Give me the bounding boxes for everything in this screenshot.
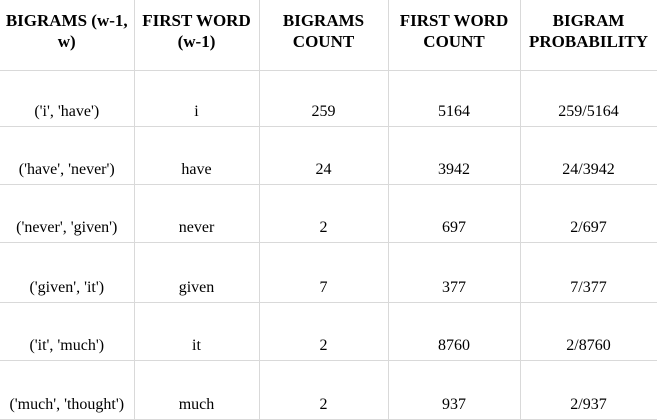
header-bigram-probability: BIGRAM PROBABILITY: [519, 0, 657, 71]
table-row: ('much', 'thought') much 2 937 2/937: [0, 360, 657, 420]
cell-first-word: i: [133, 70, 260, 127]
cell-bigram-probability: 2/8760: [519, 302, 657, 361]
cell-bigram: ('have', 'never'): [0, 126, 135, 185]
cell-first-word-count: 3942: [387, 126, 521, 185]
cell-first-word-count: 937: [387, 360, 521, 420]
cell-bigram-count: 2: [258, 184, 389, 243]
cell-first-word: it: [133, 302, 260, 361]
cell-bigram-probability: 2/937: [519, 360, 657, 420]
cell-bigram-count: 2: [258, 360, 389, 420]
cell-bigram: ('much', 'thought'): [0, 360, 135, 420]
cell-bigram: ('it', 'much'): [0, 302, 135, 361]
cell-first-word: never: [133, 184, 260, 243]
cell-bigram-probability: 259/5164: [519, 70, 657, 127]
header-row: BIGRAMS (w-1, w) FIRST WORD (w-1) BIGRAM…: [0, 0, 657, 71]
table-row: ('i', 'have') i 259 5164 259/5164: [0, 70, 657, 127]
header-bigrams: BIGRAMS (w-1, w): [0, 0, 135, 71]
cell-first-word-count: 5164: [387, 70, 521, 127]
header-bigrams-count: BIGRAMS COUNT: [258, 0, 389, 71]
table-row: ('have', 'never') have 24 3942 24/3942: [0, 126, 657, 185]
cell-bigram-probability: 24/3942: [519, 126, 657, 185]
cell-bigram-probability: 7/377: [519, 242, 657, 303]
cell-bigram-probability: 2/697: [519, 184, 657, 243]
cell-first-word-count: 377: [387, 242, 521, 303]
cell-first-word-count: 8760: [387, 302, 521, 361]
cell-bigram: ('i', 'have'): [0, 70, 135, 127]
cell-first-word: have: [133, 126, 260, 185]
cell-first-word-count: 697: [387, 184, 521, 243]
bigram-table-sheet: BIGRAMS (w-1, w) FIRST WORD (w-1) BIGRAM…: [0, 0, 657, 420]
cell-first-word: given: [133, 242, 260, 303]
bigram-table: BIGRAMS (w-1, w) FIRST WORD (w-1) BIGRAM…: [0, 0, 657, 420]
header-first-word: FIRST WORD (w-1): [133, 0, 260, 71]
table-row: ('never', 'given') never 2 697 2/697: [0, 184, 657, 243]
table-row: ('it', 'much') it 2 8760 2/8760: [0, 302, 657, 361]
cell-bigram: ('given', 'it'): [0, 242, 135, 303]
header-first-word-count: FIRST WORD COUNT: [387, 0, 521, 71]
cell-bigram-count: 24: [258, 126, 389, 185]
cell-bigram: ('never', 'given'): [0, 184, 135, 243]
cell-first-word: much: [133, 360, 260, 420]
cell-bigram-count: 259: [258, 70, 389, 127]
table-row: ('given', 'it') given 7 377 7/377: [0, 242, 657, 303]
cell-bigram-count: 2: [258, 302, 389, 361]
cell-bigram-count: 7: [258, 242, 389, 303]
